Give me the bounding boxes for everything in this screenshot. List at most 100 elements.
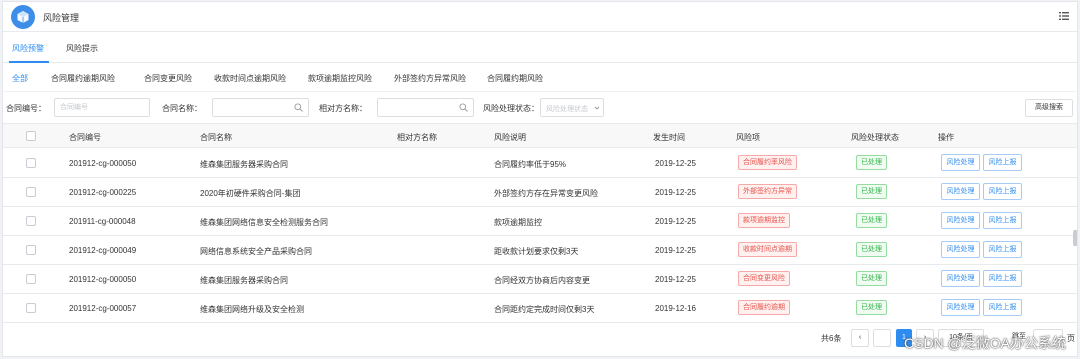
risk-item-tag: 合同履约逾期: [738, 300, 790, 315]
cell-contract-no: 201911-cg-000048: [69, 217, 136, 226]
watermark-text: CSDN @泛微OA办公系统: [904, 335, 1066, 351]
app-window: 风险管理 风险预警 风险提示 全部 合同履约逾期风险 合同变更风险 收款时间点逾…: [2, 1, 1078, 357]
table-header: 合同编号 合同名称 相对方名称 风险说明 发生时间 风险项 风险处理状态 操作: [3, 123, 1077, 148]
subtab-all[interactable]: 全部: [12, 73, 28, 84]
subtab-contract-overdue[interactable]: 合同履约逾期风险: [51, 73, 115, 84]
risk-handle-button[interactable]: 风险处理: [941, 241, 980, 258]
row-checkbox[interactable]: [26, 245, 36, 255]
row-checkbox[interactable]: [26, 303, 36, 313]
tab-risk-warning[interactable]: 风险预警: [12, 43, 44, 54]
chevron-down-icon: [594, 106, 600, 110]
cell-contract-name: 维森集团服务器采购合同: [200, 276, 288, 285]
cell-contract-name: 网络信息系统安全产品采购合同: [200, 247, 312, 256]
header-risk-desc: 风险说明: [494, 133, 526, 142]
cell-contract-no: 201912-cg-000225: [69, 188, 137, 197]
cell-occurred-time: 2019-12-25: [655, 246, 696, 255]
risk-report-button[interactable]: 风险上报: [983, 154, 1022, 171]
status-badge: 已处理: [856, 155, 887, 170]
table-row[interactable]: 201912-cg-000050 维森集团服务器采购合同 合同履约率低于95% …: [3, 149, 1077, 178]
table-row[interactable]: 201912-cg-000050 维森集团服务器采购合同 合同经双方协商后内容变…: [3, 265, 1077, 294]
subtab-contract-period[interactable]: 合同履约期风险: [487, 73, 543, 84]
counterparty-label: 相对方名称：: [319, 104, 367, 113]
side-drawer-handle[interactable]: [1073, 230, 1077, 246]
table-row[interactable]: 201911-cg-000048 维森集团网络信息安全检测服务合同 款项逾期监控…: [3, 207, 1077, 236]
search-icon[interactable]: [459, 103, 468, 112]
row-checkbox[interactable]: [26, 274, 36, 284]
cell-risk-desc: 合同经双方协商后内容变更: [494, 276, 590, 285]
row-checkbox[interactable]: [26, 187, 36, 197]
risk-report-button[interactable]: 风险上报: [983, 212, 1022, 229]
status-badge: 已处理: [856, 213, 887, 228]
cell-risk-desc: 合同履约率低于95%: [494, 160, 567, 169]
cell-risk-desc: 款项逾期监控: [494, 218, 542, 227]
tab-risk-notice[interactable]: 风险提示: [66, 43, 98, 54]
risk-handle-button[interactable]: 风险处理: [941, 183, 980, 200]
status-badge: 已处理: [856, 300, 887, 315]
risk-report-button[interactable]: 风险上报: [983, 241, 1022, 258]
title-bar: 风险管理: [3, 2, 1077, 32]
filter-bar: 合同编号： 合同名称： 相对方名称： 风险处理状态： 风险处理状态 高级搜索: [3, 94, 1077, 122]
risk-item-tag: 外部签约方异常: [738, 184, 797, 199]
row-checkbox[interactable]: [26, 158, 36, 168]
advanced-search-button[interactable]: 高级搜索: [1025, 99, 1073, 117]
contract-name-label: 合同名称：: [162, 104, 202, 113]
cell-contract-name: 维森集团服务器采购合同: [200, 160, 288, 169]
header-contract-no: 合同编号: [69, 133, 101, 142]
cell-occurred-time: 2019-12-25: [655, 188, 696, 197]
subtab-contract-change[interactable]: 合同变更风险: [144, 73, 192, 84]
subtab-collection-overdue[interactable]: 收款时间点逾期风险: [214, 73, 286, 84]
app-title: 风险管理: [43, 13, 80, 23]
risk-report-button[interactable]: 风险上报: [983, 183, 1022, 200]
risk-handle-button[interactable]: 风险处理: [941, 270, 980, 287]
cell-risk-desc: 合同距约定完成时间仅剩3天: [494, 305, 595, 314]
cell-risk-desc: 外部签约方存在异常变更风险: [494, 189, 598, 198]
table-row[interactable]: 201912-cg-000057 维森集团网络升级及安全检测 合同距约定完成时间…: [3, 294, 1077, 323]
status-select-placeholder: 风险处理状态: [546, 106, 588, 113]
risk-item-tag: 合同履约率风险: [738, 155, 797, 170]
header-status: 风险处理状态: [851, 133, 899, 142]
active-tab-indicator: [9, 61, 49, 63]
list-menu-icon[interactable]: [1059, 11, 1069, 21]
header-contract-name: 合同名称: [200, 133, 232, 142]
risk-item-tag: 收款时间点逾期: [738, 242, 797, 257]
page-suffix: 页: [1067, 334, 1075, 343]
cell-contract-name: 2020年初硬件采购合同-集团: [200, 189, 301, 198]
cell-contract-name: 维森集团网络信息安全检测服务合同: [200, 218, 328, 227]
main-tabs: 风险预警 风险提示: [3, 33, 1077, 63]
header-risk-item: 风险项: [736, 133, 760, 142]
table-row[interactable]: 201912-cg-000049 网络信息系统安全产品采购合同 距收款计划要求仅…: [3, 236, 1077, 265]
risk-handle-button[interactable]: 风险处理: [941, 299, 980, 316]
status-badge: 已处理: [856, 184, 887, 199]
total-count: 共6条: [821, 334, 842, 343]
cell-occurred-time: 2019-12-25: [655, 159, 696, 168]
risk-handle-button[interactable]: 风险处理: [941, 154, 980, 171]
risk-category-tabs: 全部 合同履约逾期风险 合同变更风险 收款时间点逾期风险 款项逾期监控风险 外部…: [3, 64, 1077, 92]
cell-risk-desc: 距收款计划要求仅剩3天: [494, 247, 579, 256]
status-badge: 已处理: [856, 242, 887, 257]
cell-contract-no: 201912-cg-000049: [69, 246, 137, 255]
cell-contract-name: 维森集团网络升级及安全检测: [200, 305, 304, 314]
cell-contract-no: 201912-cg-000050: [69, 275, 137, 284]
risk-item-tag: 合同变更风险: [738, 271, 790, 286]
page-button[interactable]: [873, 329, 891, 347]
row-checkbox[interactable]: [26, 216, 36, 226]
risk-report-button[interactable]: 风险上报: [983, 299, 1022, 316]
risk-item-tag: 款项逾期监控: [738, 213, 790, 228]
prev-page-button[interactable]: ‹: [851, 329, 869, 347]
cell-occurred-time: 2019-12-25: [655, 217, 696, 226]
subtab-payment-monitor[interactable]: 款项逾期监控风险: [308, 73, 372, 84]
cell-occurred-time: 2019-12-16: [655, 304, 696, 313]
risk-report-button[interactable]: 风险上报: [983, 270, 1022, 287]
header-counterparty: 相对方名称: [397, 133, 437, 142]
risk-handle-button[interactable]: 风险处理: [941, 212, 980, 229]
contract-no-input[interactable]: [54, 98, 150, 117]
header-occurred-time: 发生时间: [653, 133, 685, 142]
status-select[interactable]: 风险处理状态: [540, 98, 604, 117]
status-badge: 已处理: [856, 271, 887, 286]
search-icon[interactable]: [294, 103, 303, 112]
table-row[interactable]: 201912-cg-000225 2020年初硬件采购合同-集团 外部签约方存在…: [3, 178, 1077, 207]
cell-contract-no: 201912-cg-000050: [69, 159, 137, 168]
select-all-checkbox[interactable]: [26, 131, 36, 141]
subtab-external-party[interactable]: 外部签约方异常风险: [394, 73, 466, 84]
app-logo-icon: [11, 5, 35, 29]
